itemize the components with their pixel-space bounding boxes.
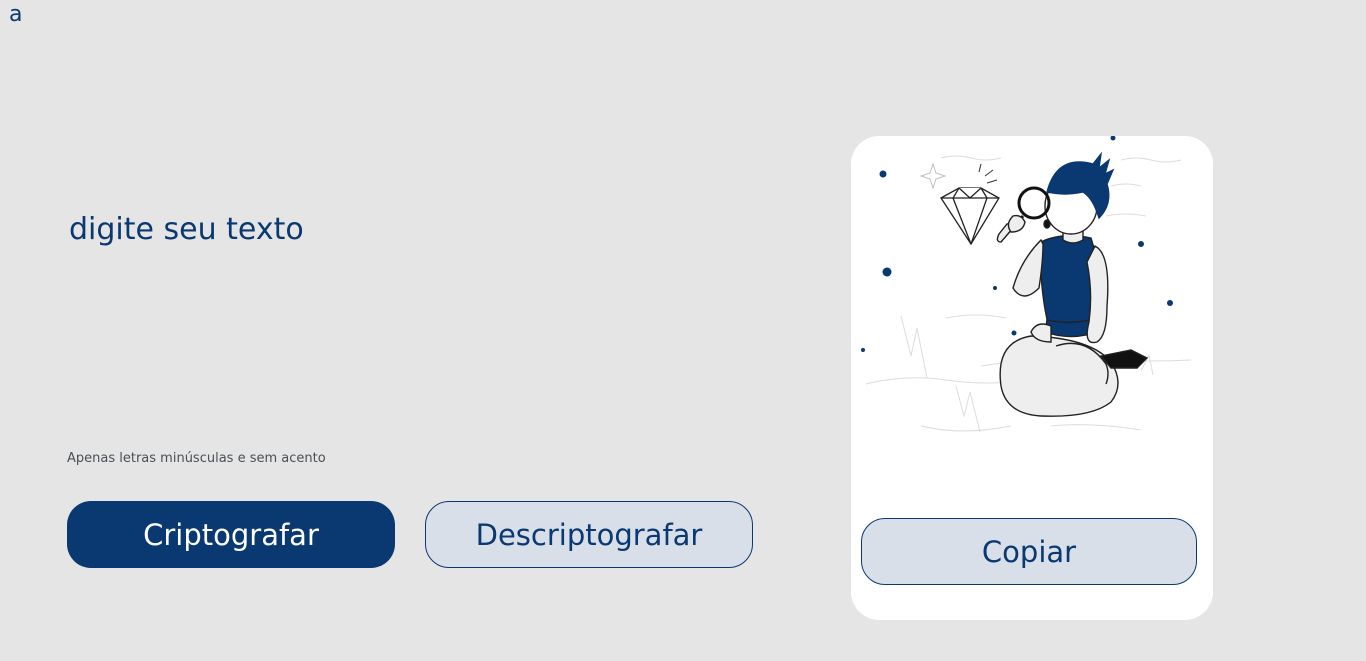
- decrypt-button[interactable]: Descriptografar: [425, 501, 753, 568]
- encrypt-button[interactable]: Criptografar: [67, 501, 395, 568]
- input-hint: Apenas letras minúsculas e sem acento: [67, 451, 326, 466]
- logo: a: [9, 2, 23, 27]
- person-with-magnifier-illustration: [861, 136, 1192, 433]
- output-panel: Copiar: [851, 136, 1213, 620]
- resize-grip-icon[interactable]: [1202, 609, 1210, 617]
- text-input[interactable]: [67, 212, 769, 432]
- copy-button[interactable]: Copiar: [861, 518, 1197, 585]
